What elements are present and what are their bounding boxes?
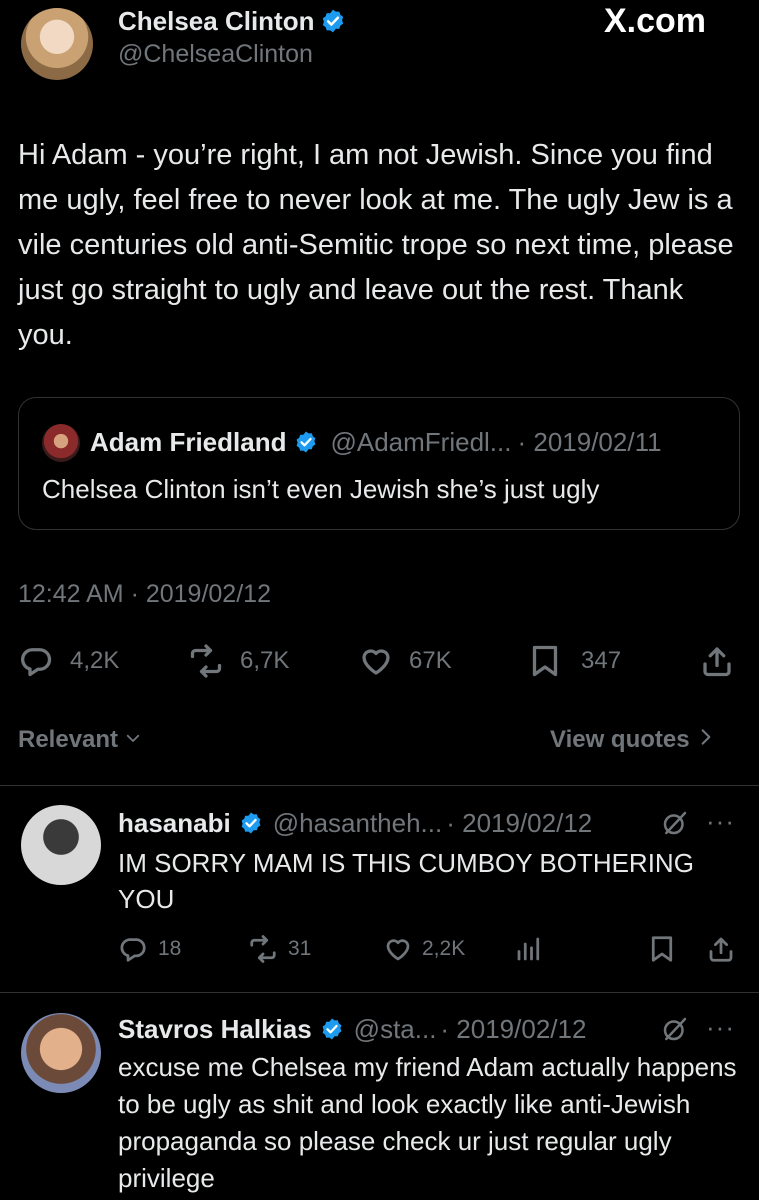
reply-avatar[interactable] (21, 1013, 101, 1093)
reply-count: 18 (158, 937, 182, 960)
reply-avatar[interactable] (21, 805, 101, 885)
author-handle[interactable]: @ChelseaClinton (118, 40, 313, 69)
bookmark-icon (651, 936, 673, 962)
reply-date: · 2019/02/12 (446, 807, 593, 838)
reply-text: IM SORRY MAM IS THIS CUMBOY BOTHERING YO… (118, 848, 694, 914)
more-options-icon[interactable]: ··· (706, 1012, 735, 1043)
heart-icon (386, 939, 410, 961)
bookmark-button[interactable] (647, 934, 677, 964)
like-button[interactable]: 67K (357, 643, 452, 679)
view-quotes-label: View quotes (550, 726, 690, 753)
bookmark-count: 347 (581, 647, 622, 674)
reply-button[interactable]: 4,2K (18, 643, 119, 679)
reply-author-handle[interactable]: @hasantheh... (273, 808, 443, 839)
chevron-right-icon (698, 726, 714, 754)
author-avatar[interactable] (21, 8, 93, 80)
like-button[interactable]: 2,2K (382, 934, 465, 964)
bookmark-icon (532, 645, 558, 677)
share-icon (709, 937, 733, 962)
chevron-down-icon (124, 726, 142, 754)
verified-badge-icon (239, 811, 263, 835)
reply-author-name[interactable]: hasanabi (118, 808, 231, 839)
grok-icon[interactable] (660, 808, 690, 843)
like-count: 2,2K (422, 937, 466, 960)
sort-label: Relevant (18, 726, 119, 753)
repost-count: 31 (288, 937, 312, 960)
reply-text: excuse me Chelsea my friend Adam actuall… (118, 1052, 737, 1193)
like-count: 67K (409, 647, 452, 674)
analytics-icon (517, 937, 540, 961)
quoted-author-name: Adam Friedland (90, 426, 287, 457)
tweet-text: Hi Adam - you’re right, I am not Jewish.… (18, 139, 734, 351)
sort-dropdown[interactable]: Relevant (18, 725, 142, 755)
divider (0, 785, 759, 786)
verified-badge-icon (320, 8, 346, 34)
verified-badge-icon (320, 1017, 344, 1041)
reply-author-name[interactable]: Stavros Halkias (118, 1014, 312, 1045)
x-watermark: X.com (604, 2, 707, 40)
bookmark-button[interactable]: 347 (527, 643, 621, 679)
reply-date: · 2019/02/12 (440, 1013, 587, 1044)
repost-button[interactable]: 6,7K (186, 643, 289, 679)
view-quotes-link[interactable]: View quotes (550, 725, 714, 755)
heart-icon (362, 649, 390, 675)
views-button[interactable] (514, 934, 544, 964)
repost-count: 6,7K (240, 647, 290, 674)
tweet-timestamp[interactable]: 12:42 AM · 2019/02/12 (18, 580, 271, 609)
verified-badge-icon (294, 430, 318, 454)
repost-icon (250, 935, 276, 963)
grok-icon[interactable] (660, 1014, 690, 1049)
quoted-author-handle: @AdamFriedl... (330, 426, 512, 457)
quoted-tweet-text: Chelsea Clinton isn’t even Jewish she’s … (42, 474, 600, 504)
quoted-author-avatar (42, 424, 80, 462)
more-options-icon[interactable]: ··· (706, 806, 735, 837)
reply-count: 4,2K (70, 647, 120, 674)
share-button[interactable] (699, 643, 735, 679)
author-name[interactable]: Chelsea Clinton (118, 6, 314, 37)
reply-icon (21, 648, 52, 677)
quoted-tweet-card[interactable] (18, 397, 740, 530)
reply-icon (120, 938, 146, 962)
divider (0, 992, 759, 993)
reply-author-handle[interactable]: @sta... (354, 1014, 437, 1045)
repost-icon (190, 644, 222, 678)
share-icon (703, 647, 731, 677)
quoted-date: · 2019/02/11 (517, 426, 662, 457)
share-button[interactable] (706, 934, 736, 964)
repost-button[interactable]: 31 (246, 934, 311, 964)
reply-button[interactable]: 18 (118, 934, 181, 964)
